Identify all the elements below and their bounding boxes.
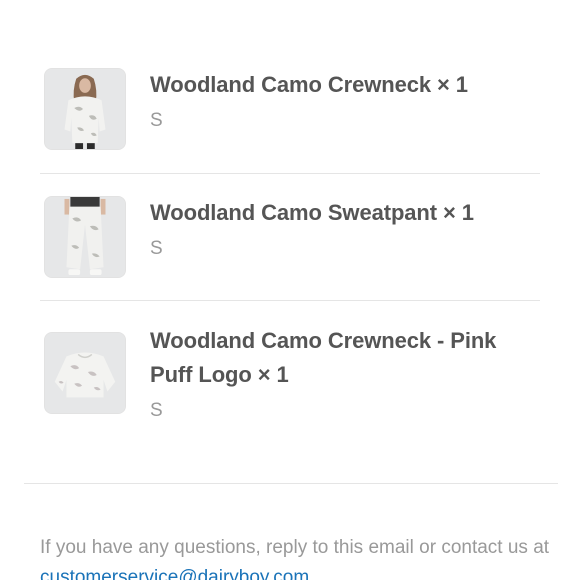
line-item: Woodland Camo Crewneck - Pink Puff Logo … [40, 324, 540, 424]
section-divider [24, 483, 558, 484]
item-variant: S [150, 110, 163, 131]
item-divider [40, 173, 540, 174]
item-title: Woodland Camo Sweatpant × 1 [150, 200, 474, 225]
product-photo-model-crewneck-icon [44, 68, 126, 150]
item-title: Woodland Camo Crewneck × 1 [150, 72, 468, 97]
line-item: Woodland Camo Crewneck × 1 S [40, 68, 540, 150]
contact-footer: If you have any questions, reply to this… [40, 533, 550, 580]
product-photo-model-sweatpant-icon [44, 196, 126, 278]
item-divider [40, 300, 540, 301]
line-item: Woodland Camo Sweatpant × 1 S [40, 196, 540, 278]
footer-text: If you have any questions, reply to this… [40, 537, 550, 558]
order-email: Woodland Camo Crewneck × 1 S Woodland Ca… [0, 0, 580, 580]
customer-service-email-link[interactable]: customerservice@dairyboy.com [40, 567, 309, 580]
product-photo-flat-crewneck-icon [44, 332, 126, 414]
item-variant: S [150, 238, 163, 259]
item-variant: S [150, 400, 163, 421]
item-title: Woodland Camo Crewneck - Pink Puff Logo … [150, 328, 497, 387]
